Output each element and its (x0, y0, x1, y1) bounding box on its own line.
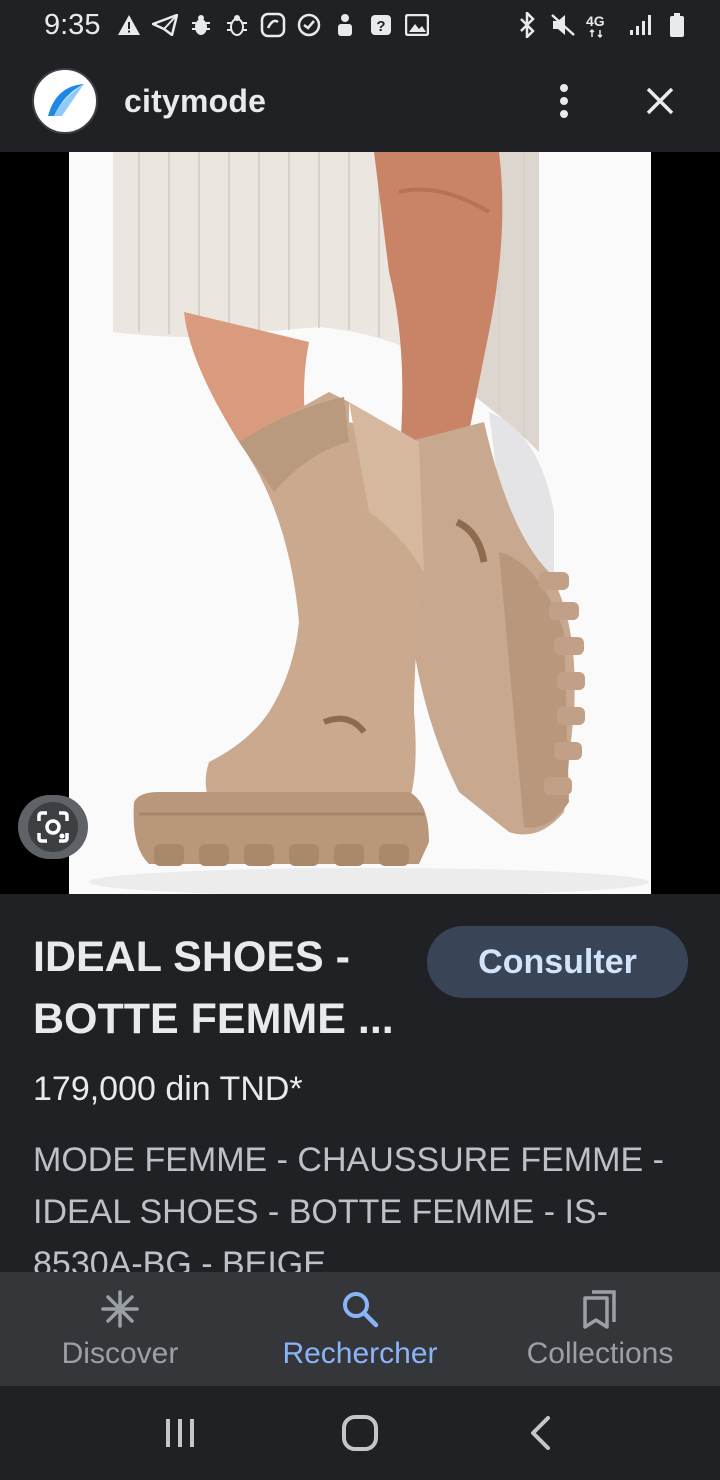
nav-collections-label: Collections (526, 1337, 674, 1370)
product-info: IDEAL SHOES - BOTTE FEMME ... Consulter … (0, 894, 720, 1272)
close-icon (646, 87, 674, 115)
consult-button[interactable]: Consulter (427, 926, 688, 998)
back-icon (531, 1416, 550, 1450)
product-title: IDEAL SHOES - BOTTE FEMME ... (33, 933, 394, 1043)
mute-icon (550, 12, 576, 38)
product-image[interactable] (69, 152, 651, 894)
nav-discover[interactable]: Discover (0, 1272, 240, 1386)
status-bar: 9:35 ? 4G (0, 0, 720, 50)
svg-text:?: ? (377, 18, 386, 35)
recent-apps-icon (166, 1419, 194, 1447)
recent-apps-button[interactable] (150, 1403, 210, 1463)
bug-icon (224, 12, 250, 38)
home-button[interactable] (330, 1403, 390, 1463)
signal-icon (628, 12, 654, 38)
battery-icon (664, 12, 690, 38)
lens-search-button[interactable] (18, 795, 88, 859)
close-button[interactable] (632, 73, 688, 129)
warning-icon (116, 12, 142, 38)
image-viewer (0, 152, 720, 894)
app-icon (260, 12, 286, 38)
more-options-button[interactable] (536, 73, 592, 129)
nav-rechercher-label: Rechercher (282, 1337, 438, 1370)
notification-icons: ? (116, 12, 430, 38)
status-time: 9:35 (44, 8, 101, 41)
home-icon (342, 1415, 378, 1451)
nav-collections[interactable]: Collections (480, 1272, 720, 1386)
site-name[interactable]: citymode (124, 83, 266, 120)
telegram-icon (152, 12, 179, 38)
bookmarks-icon (578, 1287, 622, 1331)
image-icon (404, 12, 430, 38)
app-header: citymode (0, 50, 720, 152)
system-navigation-bar (0, 1386, 720, 1480)
person-icon (332, 12, 358, 38)
bug-icon (188, 12, 214, 38)
bluetooth-icon (514, 12, 540, 38)
lens-button-inner (28, 802, 78, 852)
site-logo[interactable] (32, 68, 98, 134)
sync-icon (296, 12, 322, 38)
search-icon (338, 1287, 382, 1331)
citymode-logo-icon (48, 84, 84, 116)
more-vert-icon (560, 84, 568, 118)
product-description: MODE FEMME - CHAUSSURE FEMME - IDEAL SHO… (33, 1141, 664, 1272)
lens-icon (37, 811, 69, 843)
asterisk-icon (98, 1287, 142, 1331)
nav-rechercher[interactable]: Rechercher (240, 1272, 480, 1386)
system-status-icons: 4G (514, 12, 690, 38)
help-icon: ? (368, 12, 394, 38)
back-button[interactable] (510, 1403, 570, 1463)
network-4g-icon: 4G (586, 12, 618, 38)
nav-discover-label: Discover (61, 1337, 179, 1370)
network-label: 4G (586, 13, 605, 29)
boot-photo (69, 152, 651, 894)
bottom-navigation: Discover Rechercher Collections (0, 1272, 720, 1386)
product-price: 179,000 din TND* (33, 1070, 303, 1108)
